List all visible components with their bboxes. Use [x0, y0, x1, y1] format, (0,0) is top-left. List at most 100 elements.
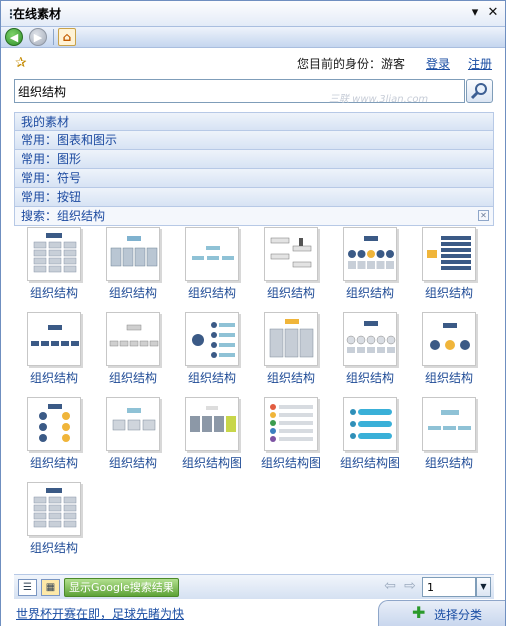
clip-art-label: 组织结构 [29, 541, 78, 555]
clip-art-label: 组织结构 [29, 286, 78, 300]
org-chart-thumbnail[interactable] [27, 397, 81, 451]
org-chart-thumbnail[interactable] [185, 397, 239, 451]
chevron-down-icon[interactable]: ▾ [467, 5, 483, 21]
clip-art-item[interactable]: 组织结构 [251, 312, 331, 394]
category-label: 我的素材 [21, 115, 70, 129]
back-arrow-icon[interactable]: ◀ [5, 28, 23, 46]
search-icon [470, 83, 487, 100]
category-list: 我的素材常用：图表和图示 常用：图形常用：符号常用：按钮搜索：组织结构 ✕ [14, 112, 494, 226]
category-label: 常用：图表和图示 [21, 133, 118, 147]
clip-art-label: 组织结构 [424, 456, 473, 470]
google-search-button[interactable]: 显示Google搜索结果 [64, 577, 179, 597]
title-bar: ⋮ 在线素材 ▾ ✕ [1, 1, 505, 27]
clip-art-item[interactable]: 组织结构 [330, 227, 410, 309]
org-chart-thumbnail[interactable] [185, 312, 239, 366]
org-chart-thumbnail[interactable] [422, 397, 476, 451]
plus-icon: ✚ [412, 603, 426, 622]
clip-art-item[interactable]: 组织结构 [409, 227, 489, 309]
org-chart-thumbnail[interactable] [106, 397, 160, 451]
category-item[interactable]: 常用：符号 [14, 169, 494, 188]
clip-art-label: 组织结构 [345, 286, 394, 300]
clip-art-label: 组织结构 [108, 286, 157, 300]
clip-art-item[interactable]: 组织结构 [14, 482, 94, 564]
clip-art-item[interactable]: 组织结构 [172, 227, 252, 309]
org-chart-thumbnail[interactable] [264, 227, 318, 281]
category-item[interactable]: 常用：图表和图示 [14, 131, 494, 150]
forward-arrow-icon[interactable]: ▶ [29, 28, 47, 46]
tip-link[interactable]: 世界杯开赛在即，足球先睹为快 [16, 605, 184, 622]
grip-icon[interactable]: ⋮ [5, 7, 17, 21]
page-input[interactable] [422, 577, 476, 597]
org-chart-thumbnail[interactable] [422, 312, 476, 366]
org-chart-thumbnail[interactable] [343, 227, 397, 281]
clip-art-label: 组织结构图 [260, 456, 321, 470]
close-search-icon[interactable]: ✕ [478, 210, 489, 221]
clip-art-item[interactable]: 组织结构 [93, 227, 173, 309]
category-item[interactable]: 常用：图形 [14, 150, 494, 169]
pin-icon: ✰ [15, 55, 27, 71]
clip-art-label: 组织结构 [29, 456, 78, 470]
search-input[interactable] [14, 79, 465, 103]
search-button[interactable] [466, 79, 493, 103]
clip-art-label: 组织结构 [266, 286, 315, 300]
clip-art-item[interactable]: 组织结构 [14, 312, 94, 394]
org-chart-thumbnail[interactable] [185, 227, 239, 281]
clip-art-label: 组织结构 [187, 371, 236, 385]
toolbar-separator [53, 29, 54, 45]
choose-category-label: 选择分类 [434, 608, 483, 622]
clip-art-item[interactable]: 组织结构 [409, 312, 489, 394]
clip-art-item[interactable]: 组织结构 [251, 227, 331, 309]
org-chart-thumbnail[interactable] [106, 227, 160, 281]
org-chart-thumbnail[interactable] [27, 227, 81, 281]
login-link[interactable]: 登录 [426, 55, 450, 72]
clip-art-item[interactable]: 组织结构 [93, 397, 173, 479]
clip-art-item[interactable]: 组织结构图 [172, 397, 252, 479]
org-chart-thumbnail[interactable] [27, 312, 81, 366]
clip-art-label: 组织结构 [266, 371, 315, 385]
org-chart-thumbnail[interactable] [422, 227, 476, 281]
clip-art-item[interactable]: 组织结构 [14, 397, 94, 479]
category-item[interactable]: 我的素材 [14, 112, 494, 131]
bottom-toolbar: ☰ ▦ 显示Google搜索结果 ⇦ ⇨ ▼ [14, 574, 494, 599]
clip-art-item[interactable]: 组织结构 [330, 312, 410, 394]
clip-art-label: 组织结构 [108, 371, 157, 385]
next-page-icon[interactable]: ⇨ [402, 578, 418, 594]
clip-art-label: 组织结构 [108, 456, 157, 470]
list-view-icon[interactable]: ☰ [18, 578, 37, 596]
category-item[interactable]: 搜索：组织结构 ✕ [14, 207, 494, 226]
footer: 世界杯开赛在即，足球先睹为快 ✚ 选择分类 [1, 600, 505, 626]
category-label: 常用：按钮 [21, 190, 82, 204]
choose-category-tab[interactable]: ✚ 选择分类 [378, 600, 505, 626]
org-chart-thumbnail[interactable] [264, 397, 318, 451]
clip-art-item[interactable]: 组织结构 [172, 312, 252, 394]
clip-art-label: 组织结构图 [181, 456, 242, 470]
org-chart-thumbnail[interactable] [264, 312, 318, 366]
clip-art-pane: ⋮ 在线素材 ▾ ✕ ◀ ▶ ⌂ ✰ 您目前的身份：游客 登录 注册 三联 ww… [0, 0, 506, 626]
org-chart-thumbnail[interactable] [343, 397, 397, 451]
category-item[interactable]: 常用：按钮 [14, 188, 494, 207]
category-label: 搜索：组织结构 [21, 209, 106, 223]
clip-art-item[interactable]: 组织结构图 [251, 397, 331, 479]
clip-art-item[interactable]: 组织结构 [409, 397, 489, 479]
pane-title: 在线素材 [13, 7, 62, 21]
clip-art-label: 组织结构图 [339, 456, 400, 470]
home-icon[interactable]: ⌂ [58, 28, 76, 46]
category-label: 常用：符号 [21, 171, 82, 185]
clip-art-label: 组织结构 [424, 371, 473, 385]
thumbnail-view-icon[interactable]: ▦ [41, 578, 60, 596]
register-link[interactable]: 注册 [468, 55, 492, 72]
identity-label: 您目前的身份：游客 [296, 57, 405, 71]
org-chart-thumbnail[interactable] [343, 312, 397, 366]
close-icon[interactable]: ✕ [485, 5, 501, 21]
clip-art-item[interactable]: 组织结构 [93, 312, 173, 394]
category-label: 常用：图形 [21, 152, 82, 166]
clip-art-label: 组织结构 [187, 286, 236, 300]
clip-art-item[interactable]: 组织结构图 [330, 397, 410, 479]
prev-page-icon[interactable]: ⇦ [382, 578, 398, 594]
clip-art-label: 组织结构 [345, 371, 394, 385]
org-chart-thumbnail[interactable] [27, 482, 81, 536]
chevron-down-icon[interactable]: ▼ [476, 577, 491, 597]
clip-art-item[interactable]: 组织结构 [14, 227, 94, 309]
nav-toolbar: ◀ ▶ ⌂ [1, 27, 505, 48]
org-chart-thumbnail[interactable] [106, 312, 160, 366]
